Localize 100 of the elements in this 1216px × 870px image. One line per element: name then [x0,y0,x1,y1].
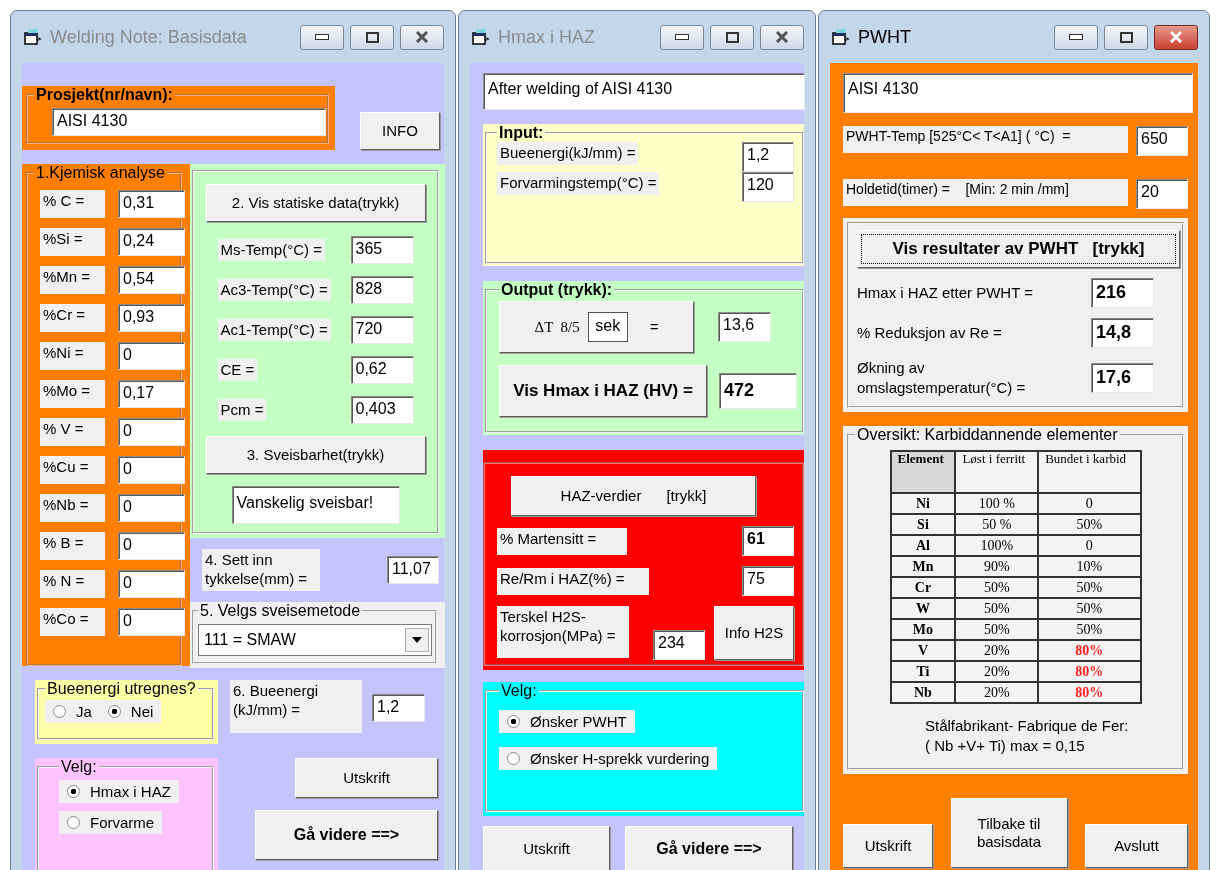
table-cell: Nb [890,682,956,703]
minimize-icon [1069,34,1083,40]
cooling-time-button[interactable]: ΔT 8/5 sek = [499,301,694,353]
percent-field[interactable]: 0 [118,418,185,446]
print-button[interactable]: Utskrift [295,758,438,798]
app-icon [830,28,852,46]
table-cell: Si [890,514,956,535]
haz-field: 61 [742,526,794,556]
info-button[interactable]: INFO [360,112,440,150]
radio-option[interactable]: Forvarme [59,811,163,834]
element-label: %Mo = [40,380,105,408]
app-icon [22,28,44,46]
close-button[interactable] [760,24,804,50]
property-label: CE = [217,358,258,382]
setting-field[interactable]: 20 [1136,179,1188,209]
property-label: Pcm = [217,398,267,422]
property-field[interactable]: 365 [350,236,414,264]
haz-label: Re/Rm i HAZ(%) = [497,567,649,595]
maximize-button[interactable] [350,24,394,50]
percent-field[interactable]: 0 [118,342,185,370]
property-field[interactable]: 0,62 [350,356,414,384]
result-label: % Reduksjon av Re = [857,323,1003,343]
percent-field[interactable]: 0,93 [118,304,185,332]
radio-option[interactable]: Ønsker H-sprekk vurdering [499,747,718,770]
chemistry-label: 1.Kjemisk analyse [35,164,166,182]
results-button[interactable]: Vis resultater av PWHT [trykk] [857,230,1180,268]
maximize-button[interactable] [1104,24,1148,50]
verdict-field: Vanskelig sveisbar! [231,486,400,524]
weldability-button[interactable]: 3. Sveisbarhet(trykk) [205,436,426,474]
setting-field[interactable]: 650 [1136,126,1188,156]
unit-field[interactable]: sek [587,312,628,342]
minimize-button[interactable] [660,24,704,50]
choice-label: Velg: [500,682,538,700]
percent-field[interactable]: 0 [118,494,185,522]
result-label: Økning av omslagstemperatur(°C) = [857,358,1027,397]
note-text: ( Nb +V+ Ti) max = 0,15 [925,736,1086,757]
property-field[interactable]: 720 [350,316,414,344]
exit-button[interactable]: Avslutt [1085,824,1188,868]
percent-field[interactable]: 0,17 [118,380,185,408]
method-dropdown[interactable]: 111 = SMAW [198,624,432,656]
radio-option[interactable]: Hmax i HAZ [59,780,179,803]
table-cell: W [890,598,956,619]
minimize-button[interactable] [1054,24,1098,50]
table-cell: Mn [890,556,956,577]
static-data-button[interactable]: 2. Vis statiske data(trykk) [205,184,426,222]
close-button[interactable] [1154,24,1198,50]
result-field: 14,8 [1091,318,1154,348]
arc-energy-field[interactable]: 1,2 [372,694,425,722]
hardness-button[interactable]: Vis Hmax i HAZ (HV) = [499,365,707,417]
percent-field[interactable]: 0 [118,608,185,636]
radio-option[interactable]: Ønsker PWHT [499,710,635,733]
percent-field[interactable]: 0 [118,532,185,560]
maximize-icon [725,31,739,43]
result-field: 216 [1091,278,1154,308]
column-header: Bundet i karbid [1038,451,1141,493]
back-button[interactable]: Tilbake til basisdata [950,798,1068,868]
next-button[interactable]: Gå videre ==> [255,810,438,860]
radio-option[interactable]: Ja [45,700,100,723]
table-cell: V [890,640,956,661]
element-label: %Cu = [40,456,105,484]
heading-field[interactable]: AISI 4130 [843,73,1193,113]
caret-icon [412,637,422,643]
haz-field: 234 [653,630,705,660]
setting-label: Holdetid(timer) = [Min: 2 min /mm] [843,179,1128,206]
thickness-field[interactable]: 11,07 [387,556,439,584]
close-button[interactable] [400,24,444,50]
property-field[interactable]: 828 [350,276,414,304]
window-title: PWHT [858,26,912,48]
percent-field[interactable]: 0,31 [118,190,185,218]
print-button[interactable]: Utskrift [843,824,933,868]
percent-field[interactable]: 0 [118,456,185,484]
print-button[interactable]: Utskrift [483,826,610,870]
maximize-button[interactable] [710,24,754,50]
column-header: Løst i ferritt [955,451,1039,493]
element-label: %Nb = [40,494,105,522]
project-field[interactable]: AISI 4130 [52,108,326,136]
next-button[interactable]: Gå videre ==> [625,826,793,870]
info-button[interactable]: Info H2S [714,606,794,660]
property-field[interactable]: 0,403 [350,396,414,424]
choice-label: Velg: [60,758,98,776]
close-icon [775,31,789,43]
input-value-field[interactable]: 120 [742,172,794,202]
percent-field[interactable]: 0 [118,570,185,598]
thickness-label: 4. Sett inn tykkelse(mm) = [202,549,320,591]
haz-values-button[interactable]: HAZ-verdier [trykk] [511,476,756,516]
percent-field[interactable]: 0,24 [118,228,185,256]
input-value-field[interactable]: 1,2 [742,142,794,172]
element-label: % C = [40,190,105,218]
window-title: Welding Note: Basisdata [50,26,248,48]
minimize-button[interactable] [300,24,344,50]
radio-option[interactable]: Nei [99,700,162,723]
table-cell: Ti [890,661,956,682]
app-icon [470,28,492,46]
maximize-icon [365,31,379,43]
property-label: Ac1-Temp(°C) = [217,318,331,342]
dropdown-button[interactable] [405,628,429,652]
percent-field[interactable]: 0,54 [118,266,185,294]
maximize-icon [1119,31,1133,43]
window-title: Hmax i HAZ [498,26,596,48]
heading-field[interactable]: After welding of AISI 4130 [483,73,805,110]
